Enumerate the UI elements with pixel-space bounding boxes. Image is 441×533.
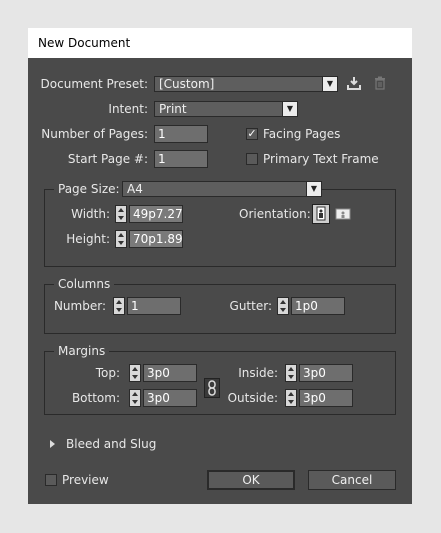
new-document-dialog: New Document Document Preset: [Custom] ▼… xyxy=(28,28,412,504)
chevron-down-icon: ▼ xyxy=(282,102,297,116)
page-size-dropdown[interactable]: A4 ▼ xyxy=(122,181,322,197)
height-label: Height: xyxy=(66,232,110,246)
cancel-button[interactable]: Cancel xyxy=(308,470,396,490)
dialog-title: New Document xyxy=(28,28,412,58)
preset-value: [Custom] xyxy=(159,77,215,91)
gutter-input[interactable]: 1p0 xyxy=(291,297,345,315)
margin-outside-input[interactable]: 3p0 xyxy=(299,389,353,407)
width-input[interactable]: 49p7.276 xyxy=(129,205,183,223)
margins-title: Margins xyxy=(54,343,110,359)
preset-dropdown[interactable]: [Custom] ▼ xyxy=(154,76,338,92)
intent-label: Intent: xyxy=(108,102,148,116)
margin-top-stepper[interactable] xyxy=(129,364,141,382)
download-icon[interactable] xyxy=(346,75,362,91)
ok-button[interactable]: OK xyxy=(207,470,295,490)
margin-top-input[interactable]: 3p0 xyxy=(143,364,197,382)
expand-triangle-icon[interactable] xyxy=(50,440,55,448)
margin-bottom-stepper[interactable] xyxy=(129,389,141,407)
facing-pages-checkbox[interactable]: ✓ xyxy=(246,128,258,140)
gutter-label: Gutter: xyxy=(229,299,272,313)
primary-text-frame-label: Primary Text Frame xyxy=(263,152,379,166)
columns-number-label: Number: xyxy=(53,299,106,313)
preset-label: Document Preset: xyxy=(40,77,148,91)
number-of-pages-input[interactable]: 1 xyxy=(154,125,208,143)
height-input[interactable]: 70p1.89 xyxy=(129,230,183,248)
chevron-down-icon: ▼ xyxy=(306,182,321,196)
landscape-icon[interactable] xyxy=(334,205,352,223)
page-size-group xyxy=(44,189,396,267)
page-size-label: Page Size: xyxy=(54,181,124,197)
margin-bottom-input[interactable]: 3p0 xyxy=(143,389,197,407)
orientation-label: Orientation: xyxy=(239,207,311,221)
number-of-pages-label: Number of Pages: xyxy=(41,127,148,141)
primary-text-frame-checkbox[interactable] xyxy=(246,153,258,165)
preview-checkbox[interactable] xyxy=(45,474,57,486)
intent-value: Print xyxy=(159,102,187,116)
portrait-icon[interactable] xyxy=(312,204,330,224)
margin-outside-stepper[interactable] xyxy=(285,389,297,407)
chevron-down-icon: ▼ xyxy=(322,77,337,91)
preview-label: Preview xyxy=(62,473,109,487)
width-stepper[interactable] xyxy=(115,205,127,223)
margin-inside-label: Inside: xyxy=(238,366,278,380)
margin-top-label: Top: xyxy=(95,366,120,380)
columns-number-input[interactable]: 1 xyxy=(127,297,181,315)
columns-title: Columns xyxy=(54,276,115,292)
intent-dropdown[interactable]: Print ▼ xyxy=(154,101,298,117)
margin-inside-stepper[interactable] xyxy=(285,364,297,382)
width-label: Width: xyxy=(71,207,110,221)
margin-bottom-label: Bottom: xyxy=(71,391,120,405)
page-size-value: A4 xyxy=(127,182,143,196)
trash-icon[interactable] xyxy=(374,76,386,90)
height-stepper[interactable] xyxy=(115,230,127,248)
start-page-input[interactable]: 1 xyxy=(154,150,208,168)
start-page-label: Start Page #: xyxy=(67,152,148,166)
bleed-and-slug-toggle[interactable]: Bleed and Slug xyxy=(66,436,156,452)
facing-pages-label: Facing Pages xyxy=(263,127,341,141)
margin-inside-input[interactable]: 3p0 xyxy=(299,364,353,382)
columns-number-stepper[interactable] xyxy=(113,297,125,315)
margin-outside-label: Outside: xyxy=(227,391,278,405)
gutter-stepper[interactable] xyxy=(277,297,289,315)
